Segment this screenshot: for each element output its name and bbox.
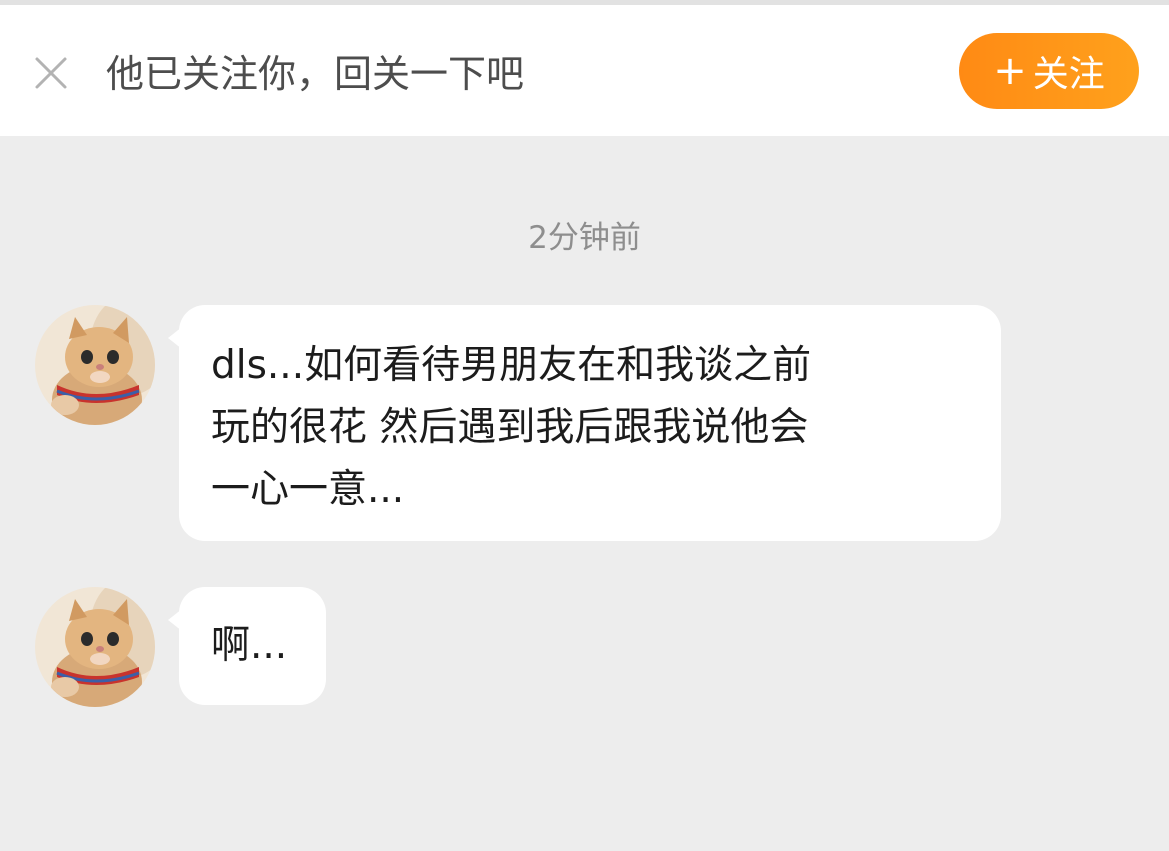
message-line: 玩的很花 然后遇到我后跟我说他会 xyxy=(211,405,809,450)
message-line: dls...如何看待男朋友在和我谈之前 xyxy=(211,343,812,388)
plus-icon: + xyxy=(993,48,1027,94)
sender-avatar[interactable] xyxy=(35,587,155,707)
sender-avatar[interactable] xyxy=(35,305,155,425)
message-line: 啊... xyxy=(211,623,288,668)
message-bubble[interactable]: dls...如何看待男朋友在和我谈之前 玩的很花 然后遇到我后跟我说他会 一心一… xyxy=(168,305,1001,541)
message-bubble[interactable]: 啊... xyxy=(168,587,326,705)
follow-back-prompt: 他已关注你，回关一下吧 xyxy=(106,52,525,96)
message-timestamp: 2分钟前 xyxy=(528,220,641,256)
close-icon[interactable] xyxy=(30,52,72,94)
follow-back-banner: 他已关注你，回关一下吧 + 关注 xyxy=(0,5,1169,136)
message-line: 一心一意... xyxy=(211,467,405,512)
cat-avatar-icon xyxy=(35,587,155,707)
follow-button[interactable]: + 关注 xyxy=(959,33,1139,109)
cat-avatar-icon xyxy=(35,305,155,425)
chat-screen: 他已关注你，回关一下吧 + 关注 2分钟前 dls...如何看待男朋友在和我谈之… xyxy=(0,0,1169,851)
bubble-tail xyxy=(168,327,182,349)
follow-button-label: 关注 xyxy=(1032,54,1105,95)
bubble-tail xyxy=(168,609,182,631)
